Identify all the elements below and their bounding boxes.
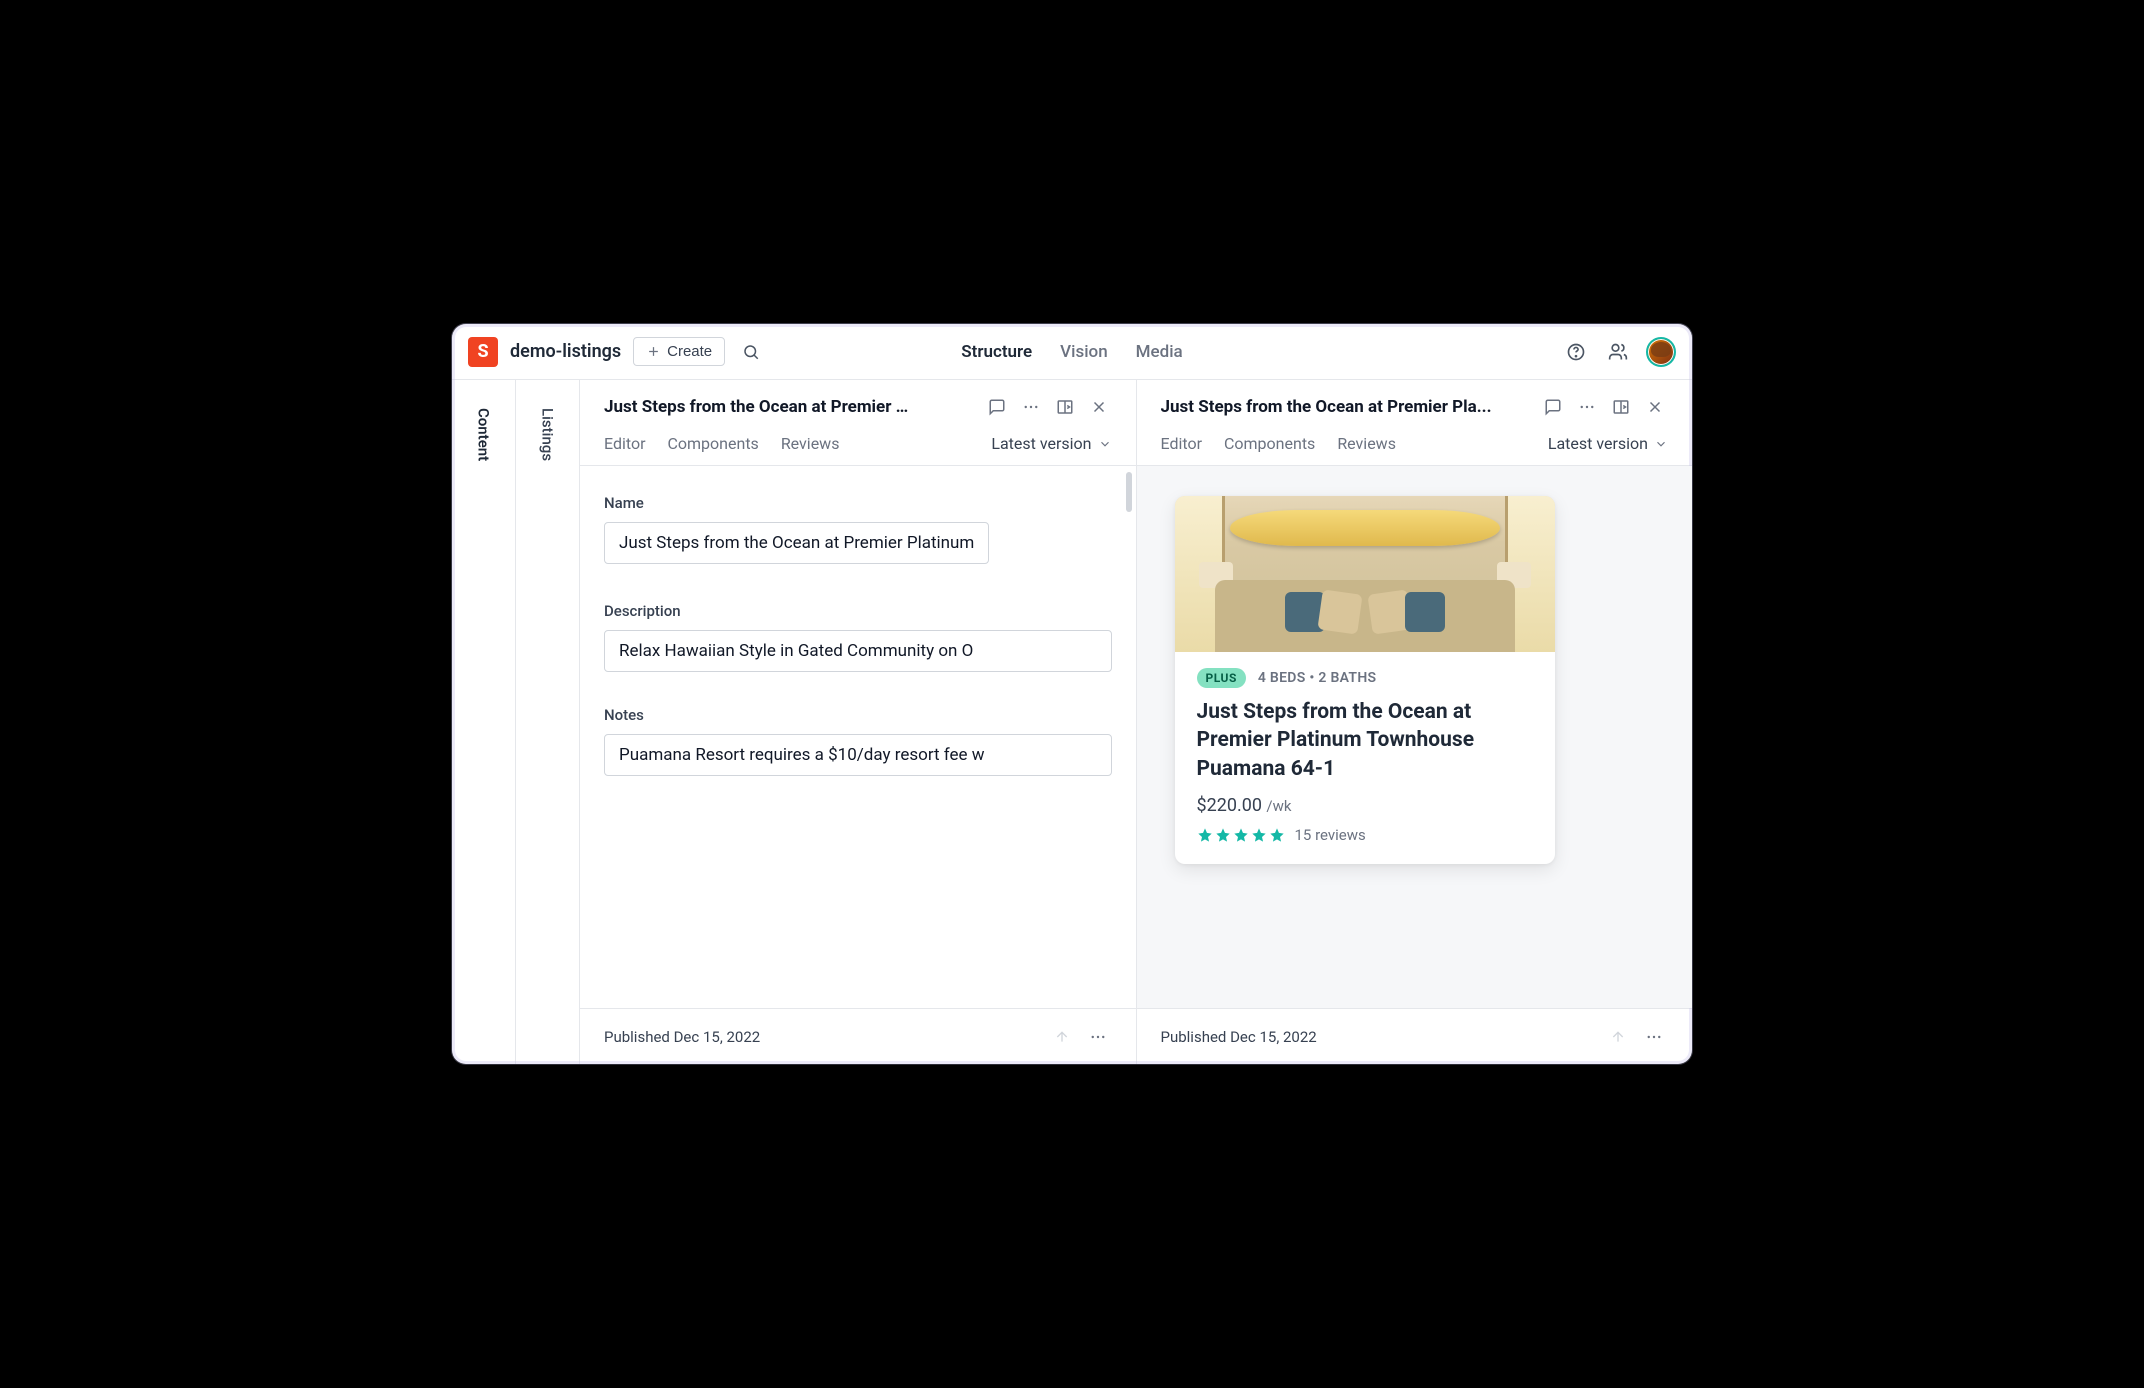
sidebar-tab-listings-label: Listings (539, 408, 557, 461)
nav-vision[interactable]: Vision (1060, 342, 1108, 362)
help-button[interactable] (1562, 338, 1590, 366)
create-button[interactable]: Create (633, 337, 725, 366)
field-description-label: Description (604, 602, 1112, 620)
sidebar-tab-listings[interactable]: Listings (516, 380, 580, 1064)
split-pane-button[interactable] (1608, 394, 1634, 420)
listing-rating: 15 reviews (1197, 826, 1533, 844)
restore-button[interactable] (1604, 1023, 1632, 1051)
star-icon (1233, 827, 1249, 843)
plus-icon (646, 344, 661, 359)
tab-components[interactable]: Components (1224, 434, 1315, 465)
preview-pane-title: Just Steps from the Ocean at Premier Pla… (1161, 397, 1531, 417)
topbar: S demo-listings Create Structure Vision … (452, 324, 1692, 380)
split-icon (1056, 398, 1074, 416)
listing-meta: 4 BEDS • 2 BATHS (1258, 670, 1377, 686)
topbar-right (1562, 337, 1676, 367)
listing-card[interactable]: PLUS 4 BEDS • 2 BATHS Just Steps from th… (1175, 496, 1555, 864)
ellipsis-icon (1022, 398, 1040, 416)
field-notes: Notes Puamana Resort requires a $10/day … (604, 706, 1112, 776)
field-name: Name Just Steps from the Ocean at Premie… (604, 494, 1112, 568)
editor-pane-header: Just Steps from the Ocean at Premier … E… (580, 380, 1136, 466)
version-dropdown[interactable]: Latest version (1548, 434, 1668, 465)
create-label: Create (667, 343, 712, 360)
close-icon (1090, 398, 1108, 416)
star-icon (1251, 827, 1267, 843)
publish-status: Published Dec 15, 2022 (604, 1028, 760, 1046)
star-icon (1215, 827, 1231, 843)
tab-reviews[interactable]: Reviews (781, 434, 840, 465)
app-window: S demo-listings Create Structure Vision … (452, 324, 1692, 1064)
comment-icon (988, 398, 1006, 416)
preview-footer: Published Dec 15, 2022 (1137, 1008, 1693, 1064)
search-button[interactable] (737, 338, 765, 366)
star-icon (1269, 827, 1285, 843)
scrollbar[interactable] (1126, 472, 1132, 512)
close-pane-button[interactable] (1642, 394, 1668, 420)
comment-icon (1544, 398, 1562, 416)
editor-pane-title: Just Steps from the Ocean at Premier … (604, 397, 974, 417)
user-avatar[interactable] (1646, 337, 1676, 367)
tab-reviews[interactable]: Reviews (1337, 434, 1396, 465)
sidebar-tab-content[interactable]: Content (452, 380, 516, 1064)
project-name[interactable]: demo-listings (510, 341, 621, 362)
listing-title: Just Steps from the Ocean at Premier Pla… (1197, 698, 1533, 783)
users-icon (1608, 342, 1628, 362)
tab-components[interactable]: Components (667, 434, 758, 465)
version-label: Latest version (1548, 434, 1648, 453)
more-button[interactable] (1574, 394, 1600, 420)
footer-more-button[interactable] (1640, 1023, 1668, 1051)
ellipsis-icon (1089, 1028, 1107, 1046)
search-icon (742, 343, 760, 361)
ellipsis-icon (1578, 398, 1596, 416)
body: Content Listings Just Steps from the Oce… (452, 380, 1692, 1064)
field-name-input[interactable]: Just Steps from the Ocean at Premier Pla… (604, 522, 989, 564)
star-icon (1197, 827, 1213, 843)
editor-footer: Published Dec 15, 2022 (580, 1008, 1136, 1064)
field-description: Description Relax Hawaiian Style in Gate… (604, 602, 1112, 672)
arrow-up-icon (1054, 1029, 1070, 1045)
footer-more-button[interactable] (1084, 1023, 1112, 1051)
star-rating (1197, 827, 1285, 843)
close-icon (1646, 398, 1664, 416)
editor-pane: Just Steps from the Ocean at Premier … E… (580, 380, 1137, 1064)
sidebar-tab-content-label: Content (475, 408, 493, 461)
preview-pane: Just Steps from the Ocean at Premier Pla… (1137, 380, 1693, 1064)
preview-pane-header: Just Steps from the Ocean at Premier Pla… (1137, 380, 1693, 466)
field-notes-label: Notes (604, 706, 1112, 724)
close-pane-button[interactable] (1086, 394, 1112, 420)
field-name-label: Name (604, 494, 1112, 512)
nav-structure[interactable]: Structure (961, 342, 1032, 362)
nav-media[interactable]: Media (1136, 342, 1183, 362)
arrow-up-icon (1610, 1029, 1626, 1045)
comments-button[interactable] (1540, 394, 1566, 420)
comments-button[interactable] (984, 394, 1010, 420)
plus-badge: PLUS (1197, 668, 1246, 688)
presence-button[interactable] (1604, 338, 1632, 366)
split-icon (1612, 398, 1630, 416)
split-pane-button[interactable] (1052, 394, 1078, 420)
field-description-input[interactable]: Relax Hawaiian Style in Gated Community … (604, 630, 1112, 672)
top-nav: Structure Vision Media (961, 342, 1182, 362)
chevron-down-icon (1654, 437, 1668, 451)
version-dropdown[interactable]: Latest version (991, 434, 1111, 465)
ellipsis-icon (1645, 1028, 1663, 1046)
tab-editor[interactable]: Editor (604, 434, 645, 465)
preview-body: PLUS 4 BEDS • 2 BATHS Just Steps from th… (1137, 466, 1693, 1008)
tab-editor[interactable]: Editor (1161, 434, 1202, 465)
help-icon (1566, 342, 1586, 362)
editor-body: Name Just Steps from the Ocean at Premie… (580, 466, 1136, 1008)
version-label: Latest version (991, 434, 1091, 453)
listing-image (1175, 496, 1555, 652)
app-logo[interactable]: S (468, 337, 498, 367)
more-button[interactable] (1018, 394, 1044, 420)
field-notes-input[interactable]: Puamana Resort requires a $10/day resort… (604, 734, 1112, 776)
listing-price: $220.00 /wk (1197, 795, 1533, 816)
reviews-count: 15 reviews (1295, 826, 1366, 844)
chevron-down-icon (1098, 437, 1112, 451)
restore-button[interactable] (1048, 1023, 1076, 1051)
publish-status: Published Dec 15, 2022 (1161, 1028, 1317, 1046)
